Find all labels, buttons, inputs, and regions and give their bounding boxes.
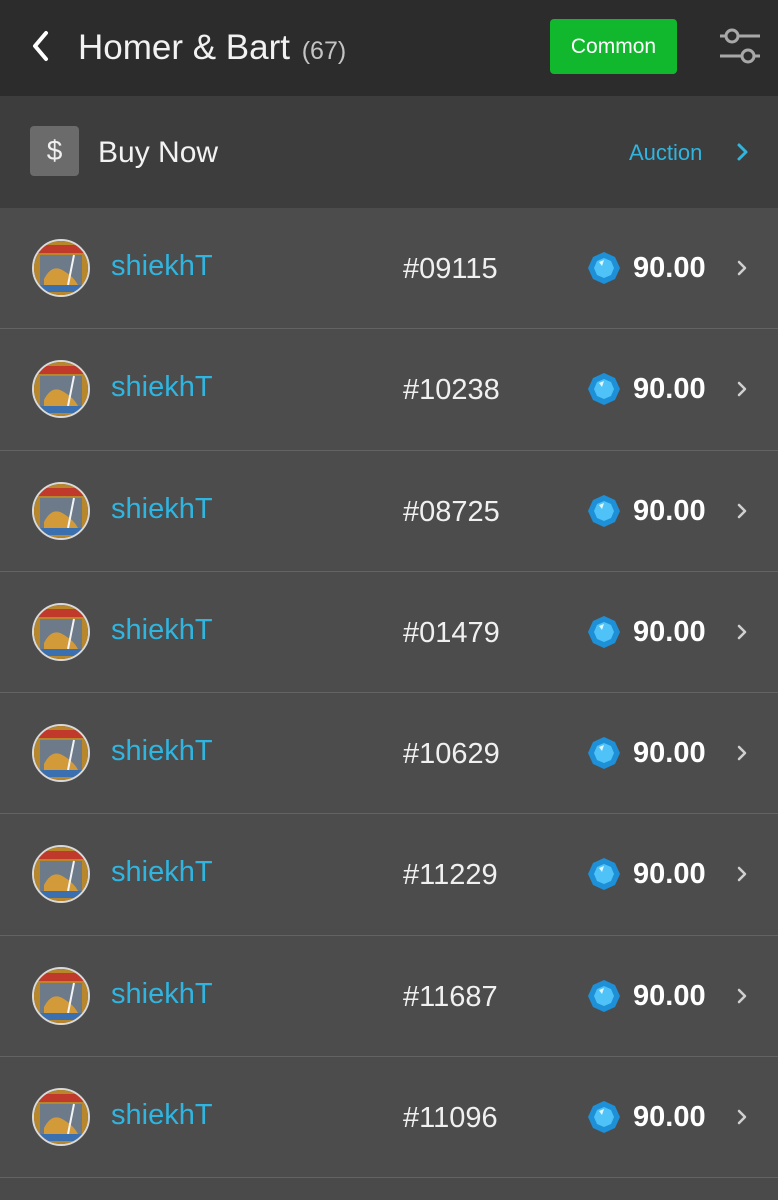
rarity-button[interactable]: Common (550, 19, 677, 74)
seller-avatar (32, 724, 90, 783)
chevron-right-icon (737, 260, 747, 276)
seller-avatar (32, 481, 90, 540)
seller-name[interactable]: shiekhT (111, 369, 213, 405)
price: 90.00 (633, 1101, 706, 1134)
gem-icon (588, 737, 620, 770)
serial-number: #09115 (403, 253, 498, 285)
chevron-right-icon (737, 988, 747, 1004)
listing-row[interactable]: shiekhT #10238 90.00 (0, 329, 778, 451)
listing-row[interactable]: shiekhT #10629 90.00 (0, 693, 778, 815)
seller-name[interactable]: shiekhT (111, 248, 213, 284)
price: 90.00 (633, 737, 706, 770)
serial-number: #01479 (403, 616, 500, 649)
serial-number: #11687 (403, 980, 498, 1013)
price: 90.00 (633, 252, 706, 284)
chevron-right-icon[interactable] (735, 140, 751, 164)
gem-icon (588, 1101, 620, 1134)
seller-avatar (32, 845, 90, 904)
seller-name[interactable]: shiekhT (111, 854, 213, 890)
seller-name[interactable]: shiekhT (111, 976, 213, 1012)
seller-avatar (32, 602, 90, 661)
chevron-right-icon (737, 382, 747, 397)
back-button[interactable] (22, 26, 58, 66)
chevron-right-icon (737, 867, 747, 882)
chevron-right-icon (737, 745, 747, 761)
gem-icon (588, 858, 620, 891)
listing-row[interactable]: shiekhT #01479 90.00 (0, 571, 778, 694)
seller-avatar (32, 966, 90, 1025)
page-title-text: Homer & Bart (78, 28, 290, 67)
sliders-icon (720, 28, 760, 64)
seller-name[interactable]: shiekhT (111, 1097, 213, 1133)
gem-icon (588, 615, 620, 648)
price: 90.00 (633, 373, 706, 406)
gem-icon (588, 494, 620, 527)
serial-number: #10238 (403, 374, 500, 407)
seller-name[interactable]: shiekhT (111, 491, 213, 527)
listing-count: (67) (301, 37, 347, 65)
seller-name[interactable]: shiekhT (111, 733, 213, 769)
gem-icon (588, 373, 620, 406)
price: 90.00 (633, 494, 706, 527)
gem-icon (588, 252, 620, 284)
dollar-icon: $ (30, 126, 79, 176)
serial-number: #10629 (403, 738, 500, 771)
buy-now-label: Buy Now (98, 136, 219, 169)
listing-row[interactable]: shiekhT #08725 90.00 (0, 450, 778, 572)
chevron-right-icon (737, 503, 747, 518)
price: 90.00 (633, 979, 706, 1012)
chevron-right-icon (737, 624, 747, 640)
seller-avatar (32, 1088, 90, 1147)
listing-row[interactable]: shiekhT #11096 90.00 (0, 1057, 778, 1179)
serial-number: #11229 (403, 859, 498, 892)
filter-button[interactable] (716, 24, 764, 68)
listing-list: shiekhT #09115 90.00 shiekhT #10238 90.0… (0, 208, 778, 1179)
price: 90.00 (633, 858, 706, 891)
chevron-right-icon (737, 1109, 747, 1125)
listing-row[interactable]: shiekhT #11229 90.00 (0, 814, 778, 936)
top-bar: Homer & Bart (67) Common (0, 0, 778, 96)
page-title: Homer & Bart (67) (78, 28, 346, 68)
listing-row[interactable]: shiekhT #09115 90.00 (0, 208, 778, 330)
auction-link[interactable]: Auction (629, 138, 702, 168)
listing-row[interactable]: shiekhT #11687 90.00 (0, 935, 778, 1058)
seller-avatar (32, 239, 90, 297)
serial-number: #08725 (403, 495, 500, 528)
seller-avatar (32, 360, 90, 419)
gem-icon (588, 979, 620, 1012)
serial-number: #11096 (403, 1102, 498, 1135)
price: 90.00 (633, 615, 706, 648)
chevron-left-icon (33, 31, 48, 61)
seller-name[interactable]: shiekhT (111, 612, 213, 648)
